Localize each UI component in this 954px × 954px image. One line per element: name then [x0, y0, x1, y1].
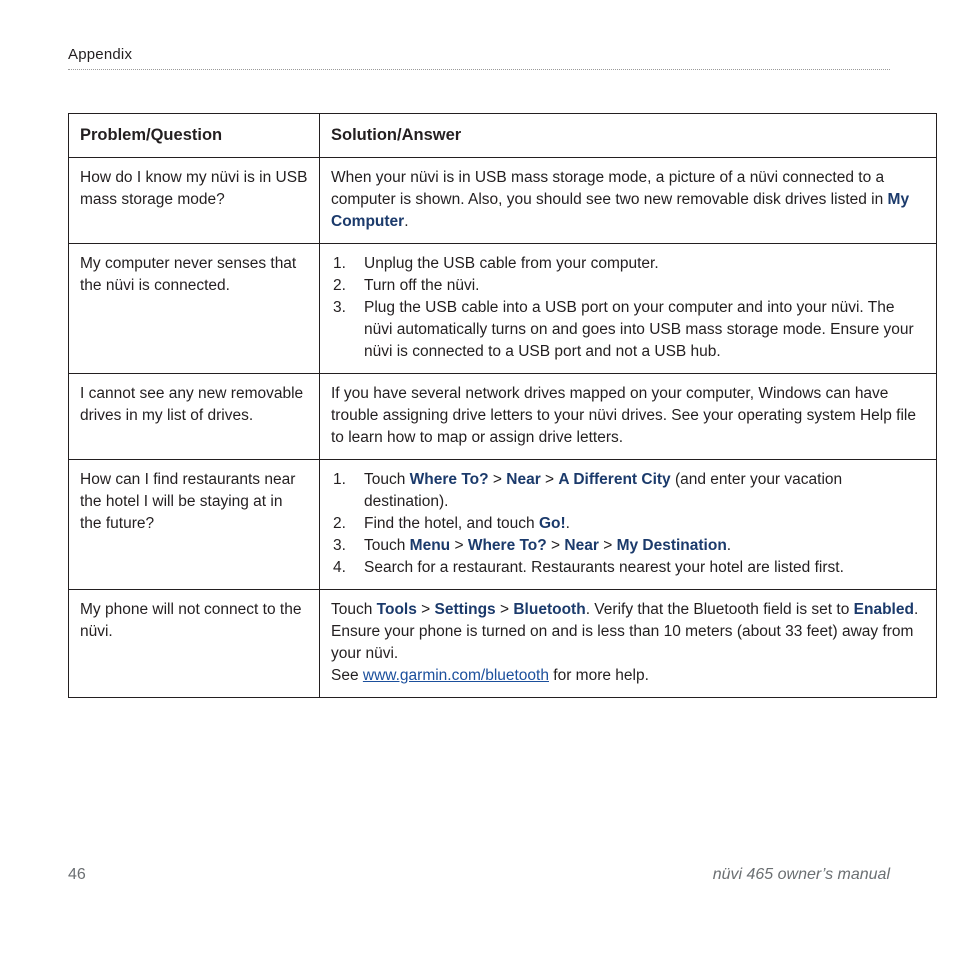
step-item: Search for a restaurant. Restaurants nea…: [331, 557, 925, 579]
document-page: Appendix Problem/Question Solution/Answe…: [0, 0, 954, 954]
emphasis-text: Tools: [376, 601, 417, 618]
emphasis-text: Menu: [409, 537, 451, 554]
table-body: How do I know my nüvi is in USB mass sto…: [68, 157, 937, 698]
column-header-solution: Solution/Answer: [319, 113, 937, 158]
question-cell: My computer never senses that the nüvi i…: [68, 243, 320, 374]
emphasis-text: Settings: [434, 601, 496, 618]
emphasis-text: Enabled: [853, 601, 914, 618]
faq-table: Problem/Question Solution/Answer How do …: [68, 113, 937, 698]
emphasis-text: My Destination: [616, 537, 727, 554]
question-cell: How do I know my nüvi is in USB mass sto…: [68, 157, 320, 244]
question-cell: I cannot see any new removable drives in…: [68, 373, 320, 460]
step-item: Turn off the nüvi.: [331, 275, 925, 297]
table-row: My phone will not connect to the nüvi. To…: [68, 589, 937, 698]
emphasis-text: A Different City: [558, 471, 671, 488]
body-text: >: [495, 601, 514, 618]
column-header-problem: Problem/Question: [68, 113, 320, 158]
answer-paragraph: When your nüvi is in USB mass storage mo…: [331, 167, 925, 233]
answer-cell: Touch Where To? > Near > A Different Cit…: [319, 459, 937, 590]
body-text: .: [565, 515, 570, 532]
step-list: Unplug the USB cable from your computer.…: [331, 253, 925, 363]
question-cell: How can I find restaurants near the hote…: [68, 459, 320, 590]
external-link[interactable]: www.garmin.com/bluetooth: [363, 667, 549, 684]
table-row: I cannot see any new removable drives in…: [68, 373, 937, 460]
body-text: .: [913, 601, 919, 618]
header-divider: [68, 69, 890, 70]
step-item: Touch Menu > Where To? > Near > My Desti…: [331, 535, 925, 557]
header-title: Appendix: [68, 46, 133, 63]
body-text: Search for a restaurant. Restaurants nea…: [364, 559, 844, 576]
body-text: >: [488, 471, 507, 488]
page-number: 46: [68, 866, 86, 883]
body-text: Touch: [364, 471, 410, 488]
table-head: Problem/Question Solution/Answer: [68, 113, 937, 158]
body-text: >: [546, 537, 565, 554]
table-row: My computer never senses that the nüvi i…: [68, 243, 937, 374]
body-text: >: [598, 537, 617, 554]
answer-paragraph: If you have several network drives mappe…: [331, 383, 925, 449]
table-row: How do I know my nüvi is in USB mass sto…: [68, 157, 937, 244]
step-list: Touch Where To? > Near > A Different Cit…: [331, 469, 925, 579]
body-text: >: [540, 471, 559, 488]
body-text: If you have several network drives mappe…: [331, 385, 916, 446]
emphasis-text: Near: [564, 537, 599, 554]
table-row: How can I find restaurants near the hote…: [68, 459, 937, 590]
answer-cell: If you have several network drives mappe…: [319, 373, 937, 460]
body-text: Plug the USB cable into a USB port on yo…: [364, 299, 914, 360]
body-text: >: [416, 601, 435, 618]
body-text: When your nüvi is in USB mass storage mo…: [331, 169, 888, 208]
emphasis-text: Bluetooth: [513, 601, 586, 618]
emphasis-text: Where To?: [409, 471, 489, 488]
body-text: Unplug the USB cable from your computer.: [364, 255, 659, 272]
answer-paragraph: See www.garmin.com/bluetooth for more he…: [331, 665, 925, 687]
emphasis-text: Where To?: [467, 537, 547, 554]
body-text: .: [726, 537, 732, 554]
page-header: Appendix: [68, 46, 890, 70]
answer-cell: Unplug the USB cable from your computer.…: [319, 243, 937, 374]
body-text: .: [404, 213, 409, 230]
answer-paragraph: Touch Tools > Settings > Bluetooth. Veri…: [331, 599, 925, 621]
step-item: Plug the USB cable into a USB port on yo…: [331, 297, 925, 363]
step-item: Unplug the USB cable from your computer.: [331, 253, 925, 275]
page-footer: 46 nüvi 465 owner’s manual: [68, 866, 890, 884]
body-text: Ensure your phone is turned on and is le…: [331, 623, 914, 662]
body-text: Turn off the nüvi.: [364, 277, 480, 294]
body-text: for more help.: [548, 667, 649, 684]
body-text: Find the hotel, and touch: [364, 515, 539, 532]
emphasis-text: Go!: [538, 515, 566, 532]
footer-manual-title: nüvi 465 owner’s manual: [712, 866, 890, 883]
answer-paragraph: Ensure your phone is turned on and is le…: [331, 621, 925, 665]
table-header-row: Problem/Question Solution/Answer: [68, 113, 937, 158]
body-text: See: [331, 667, 363, 684]
step-item: Find the hotel, and touch Go!.: [331, 513, 925, 535]
body-text: Touch: [331, 601, 377, 618]
emphasis-text: Near: [506, 471, 541, 488]
body-text: Touch: [364, 537, 410, 554]
answer-cell: Touch Tools > Settings > Bluetooth. Veri…: [319, 589, 937, 698]
step-item: Touch Where To? > Near > A Different Cit…: [331, 469, 925, 513]
question-cell: My phone will not connect to the nüvi.: [68, 589, 320, 698]
answer-cell: When your nüvi is in USB mass storage mo…: [319, 157, 937, 244]
body-text: >: [450, 537, 468, 554]
body-text: . Verify that the Bluetooth field is set…: [585, 601, 854, 618]
